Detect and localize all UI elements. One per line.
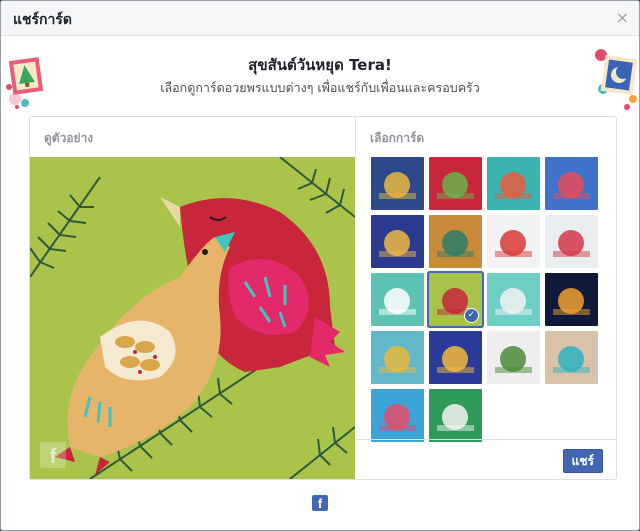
thumbnail-card-blue-gifts[interactable] [371, 215, 424, 268]
thumbnail-card-wreath-angel[interactable] [487, 331, 540, 384]
header-title: สุขสันต์วันหยุด Tera! [248, 56, 392, 74]
birds-illustration [30, 157, 355, 479]
thumbnail-card-blue-trees[interactable] [371, 157, 424, 210]
thumbnail-card-string-lights[interactable] [545, 215, 598, 268]
facebook-watermark-icon: f [40, 442, 66, 468]
facebook-logo-icon: f [312, 495, 328, 511]
thumbnail-card-menorah-cup[interactable] [371, 273, 424, 326]
thumbnail-card-paper-snowman[interactable] [487, 215, 540, 268]
selected-check-icon: ✓ [464, 308, 479, 323]
selector-header: เลือกการ์ด [356, 117, 616, 157]
header-subtitle: เลือกดูการ์ดอวยพรแบบต่างๆ เพื่อแชร์กับเพ… [160, 80, 480, 95]
thumbnail-card-birds[interactable]: ✓ [429, 273, 482, 326]
card-preview: f [30, 157, 355, 479]
thumbnail-card-mosque-arch[interactable] [429, 331, 482, 384]
thumbnail-card-blue-tree-lights[interactable] [545, 157, 598, 210]
thumbnail-card-snow-globe[interactable] [487, 273, 540, 326]
thumbnail-card-cactus-santa[interactable] [429, 157, 482, 210]
card-panel: ดูตัวอย่าง f เลือกการ์ด ✓ แชร์ [29, 116, 617, 480]
thumbnail-card-vintage-van[interactable] [429, 389, 482, 442]
thumbnail-card-paper-stars[interactable] [371, 389, 424, 442]
preview-header: ดูตัวอย่าง [30, 117, 356, 157]
thumbnail-card-fireworks[interactable] [545, 273, 598, 326]
thumbnail-card-gold-coins[interactable] [371, 331, 424, 384]
thumbnail-card-knit-pattern[interactable] [429, 215, 482, 268]
share-card-dialog: แชร์การ์ด × สุขสันต์วันหยุด Tera! เลือกด… [0, 0, 640, 531]
share-button[interactable]: แชร์ [562, 449, 603, 473]
preview-label: ดูตัวอย่าง [44, 131, 94, 145]
selector-label: เลือกการ์ด [370, 131, 425, 145]
thumbnail-card-sand-angel[interactable] [545, 331, 598, 384]
thumbnail-card-teal-ornaments[interactable] [487, 157, 540, 210]
selector-footer: แชร์ [356, 439, 616, 479]
dialog-title: แชร์การ์ด [13, 12, 72, 28]
dialog-titlebar: แชร์การ์ด × [1, 1, 639, 36]
close-icon[interactable]: × [616, 8, 629, 27]
